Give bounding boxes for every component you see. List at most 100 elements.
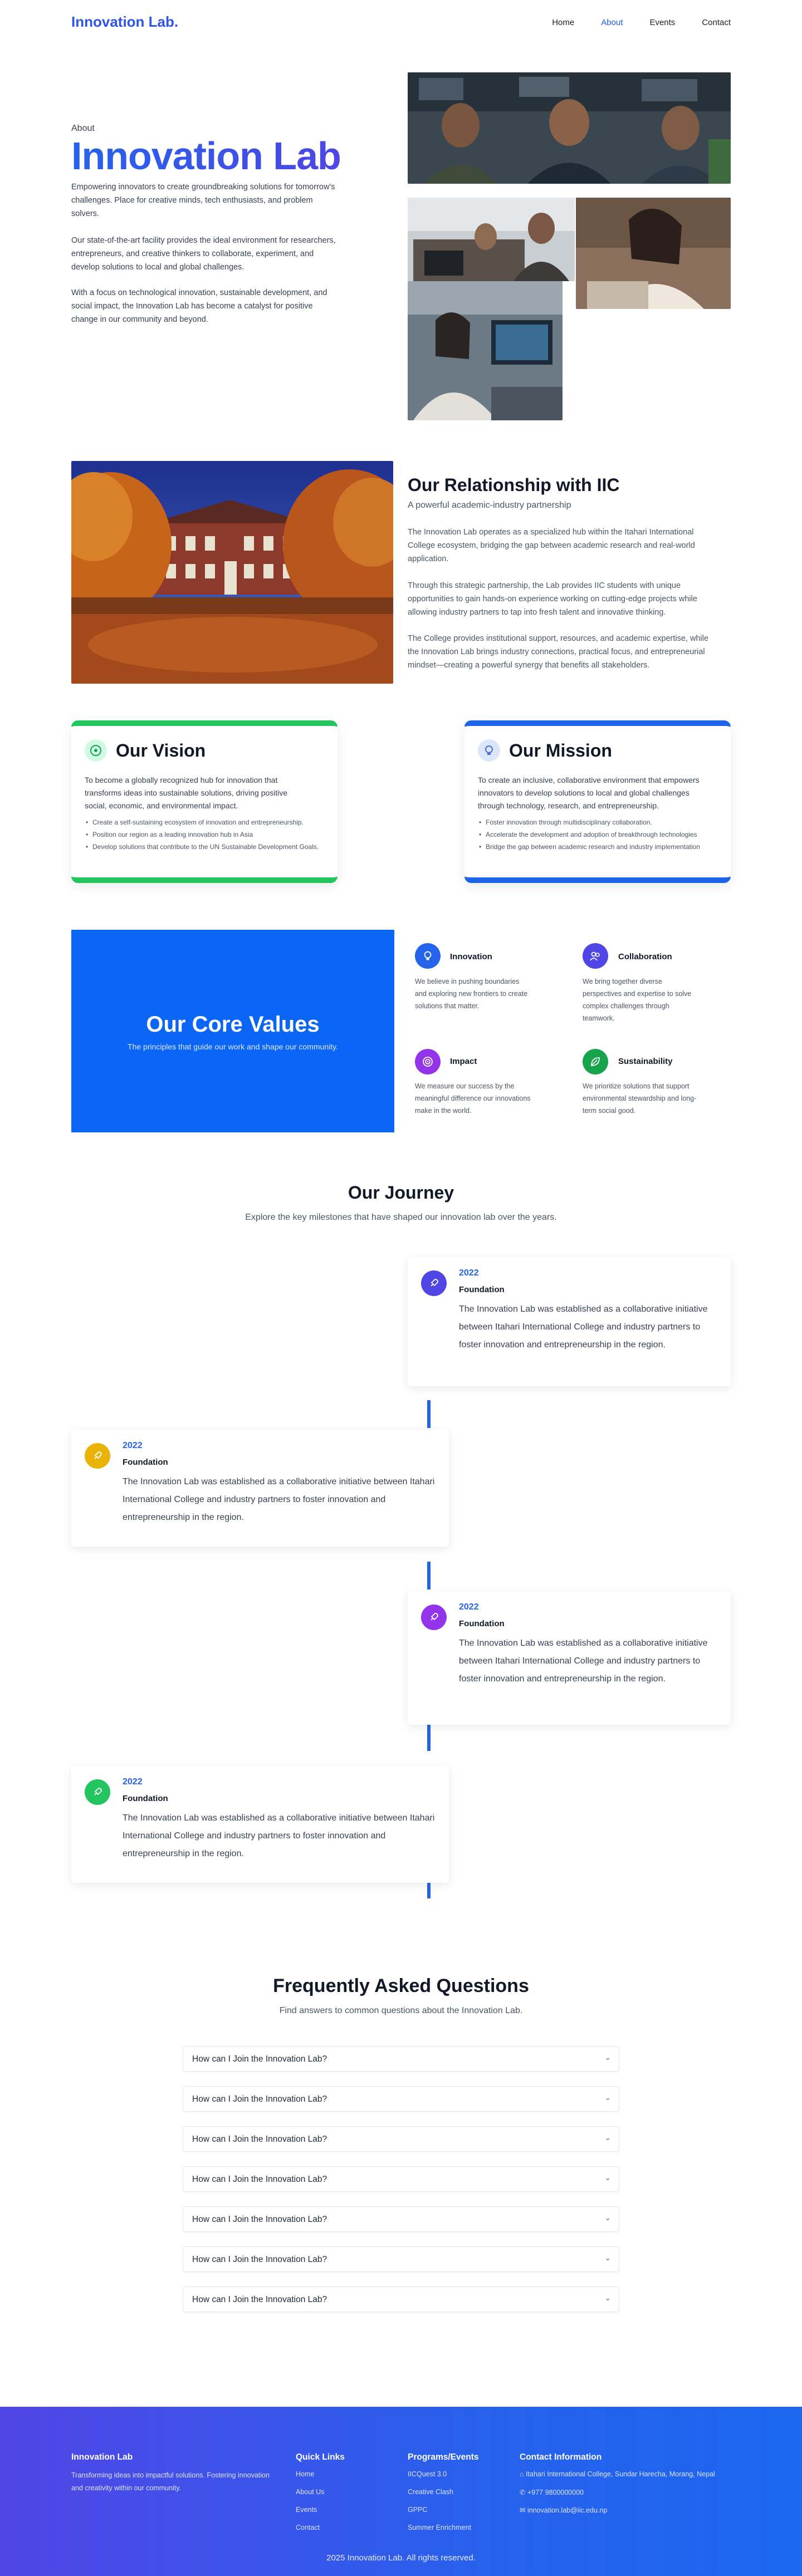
mission-card: Our Mission To create an inclusive, coll…: [464, 720, 731, 883]
address-text: Itahari International College, Sundar Ha…: [526, 2470, 715, 2478]
timeline-label: Foundation: [459, 1619, 505, 1628]
footer-brand: Innovation Lab: [71, 2452, 133, 2462]
timeline-text: The Innovation Lab was established as a …: [459, 1638, 708, 1684]
faq-question: How can I Join the Innovation Lab?: [192, 2255, 327, 2264]
mission-list: Foster innovation through multidisciplin…: [478, 816, 701, 853]
faq-item[interactable]: How can I Join the Innovation Lab? ⌄: [183, 2086, 619, 2112]
timeline-year: 2022: [459, 1268, 479, 1278]
faq-question: How can I Join the Innovation Lab?: [192, 2135, 327, 2144]
timeline-year: 2022: [123, 1777, 143, 1787]
footer-address: ⌂ Itahari International College, Sundar …: [520, 2470, 715, 2478]
brand-logo[interactable]: Innovation Lab.: [71, 13, 178, 31]
rocket-icon: [421, 1270, 447, 1296]
faq-subtitle: Find answers to common questions about t…: [279, 2006, 523, 2015]
faq-question: How can I Join the Innovation Lab?: [192, 2215, 327, 2224]
contact-title: Contact Information: [520, 2452, 602, 2462]
value-title: Collaboration: [618, 952, 672, 961]
footer-program-link[interactable]: Creative Clash: [408, 2488, 453, 2496]
relationship-title: Our Relationship with IIC: [408, 475, 620, 495]
list-item: Bridge the gap between academic research…: [478, 841, 701, 853]
phone-text[interactable]: +977 9800000000: [527, 2489, 584, 2496]
faq-question: How can I Join the Innovation Lab?: [192, 2094, 327, 2104]
hero-title: Innovation Lab: [71, 134, 341, 178]
mission-text: To create an inclusive, collaborative en…: [478, 776, 700, 810]
core-values-panel: Our Core Values The principles that guid…: [71, 930, 394, 1132]
faq-title: Frequently Asked Questions: [273, 1975, 529, 1996]
mission-title: Our Mission: [509, 740, 612, 760]
faq-item[interactable]: How can I Join the Innovation Lab? ⌄: [183, 2206, 619, 2232]
faq-question: How can I Join the Innovation Lab?: [192, 2295, 327, 2304]
footer-link-about[interactable]: About Us: [296, 2488, 324, 2496]
footer-email: ✉ innovation.lab@iic.edu.np: [520, 2506, 607, 2514]
faq-item[interactable]: How can I Join the Innovation Lab? ⌄: [183, 2046, 619, 2072]
footer-program-link[interactable]: GPPC: [408, 2506, 427, 2514]
vision-text: To become a globally recognized hub for …: [85, 776, 288, 810]
nav-link-events[interactable]: Events: [649, 18, 675, 27]
chevron-down-icon: ⌄: [604, 2293, 611, 2302]
timeline-item: 2022 Foundation The Innovation Lab was e…: [71, 1430, 449, 1547]
faq-item[interactable]: How can I Join the Innovation Lab? ⌄: [183, 2246, 619, 2272]
copyright: 2025 Innovation Lab. All rights reserved…: [326, 2553, 476, 2563]
chevron-down-icon: ⌄: [604, 2053, 611, 2062]
vision-title: Our Vision: [116, 740, 206, 760]
core-values-title: Our Core Values: [146, 1012, 320, 1037]
timeline-item: 2022 Foundation The Innovation Lab was e…: [408, 1591, 731, 1725]
footer-link-home[interactable]: Home: [296, 2470, 314, 2478]
timeline-year: 2022: [123, 1441, 143, 1450]
value-title: Impact: [450, 1057, 477, 1066]
nav-link-contact[interactable]: Contact: [702, 18, 731, 27]
timeline-year: 2022: [459, 1602, 479, 1612]
journey-subtitle: Explore the key milestones that have sha…: [245, 1213, 557, 1222]
timeline-text: The Innovation Lab was established as a …: [123, 1477, 435, 1522]
footer-phone: ✆ +977 9800000000: [520, 2488, 584, 2496]
footer: Innovation Lab Transforming ideas into i…: [0, 2407, 802, 2576]
timeline-label: Foundation: [123, 1794, 168, 1803]
list-item: Create a self-sustaining ecosystem of in…: [85, 816, 324, 828]
faq-question: How can I Join the Innovation Lab?: [192, 2054, 327, 2064]
chevron-down-icon: ⌄: [604, 2173, 611, 2182]
footer-program-link[interactable]: IICQuest 3.0: [408, 2470, 447, 2478]
computer-lab-photo-image: [408, 281, 563, 420]
leaf-icon: [583, 1049, 608, 1074]
timeline-line: [427, 1562, 431, 1589]
list-item: Foster innovation through multidisciplin…: [478, 816, 701, 828]
faq-item[interactable]: How can I Join the Innovation Lab? ⌄: [183, 2166, 619, 2192]
journey-title: Our Journey: [348, 1182, 454, 1203]
top-navbar: Innovation Lab. Home About Events Contac…: [0, 0, 802, 45]
lightbulb-icon: [478, 739, 500, 762]
relationship-paragraph: The Innovation Lab operates as a special…: [408, 528, 695, 563]
phone-icon: ✆: [520, 2489, 526, 2496]
value-title: Sustainability: [618, 1057, 673, 1066]
eye-icon: [85, 739, 107, 762]
list-item: Position our region as a leading innovat…: [85, 828, 324, 841]
map-pin-icon: ⌂: [520, 2470, 524, 2478]
footer-link-contact[interactable]: Contact: [296, 2524, 320, 2531]
users-icon: [583, 943, 608, 969]
timeline-text: The Innovation Lab was established as a …: [459, 1304, 708, 1350]
list-item: Develop solutions that contribute to the…: [85, 841, 324, 853]
faq-item[interactable]: How can I Join the Innovation Lab? ⌄: [183, 2126, 619, 2152]
email-text[interactable]: innovation.lab@iic.edu.np: [527, 2506, 607, 2514]
timeline-label: Foundation: [123, 1458, 168, 1467]
core-values-subtitle: The principles that guide our work and s…: [128, 1042, 338, 1051]
team-photo-image: [408, 72, 731, 184]
timeline-line: [427, 1400, 431, 1428]
nav-link-home[interactable]: Home: [552, 18, 574, 27]
timeline-label: Foundation: [459, 1285, 505, 1294]
programs-title: Programs/Events: [408, 2452, 479, 2462]
rocket-icon: [85, 1443, 110, 1469]
hero-eyebrow: About: [71, 124, 95, 133]
relationship-paragraph: The College provides institutional suppo…: [408, 634, 709, 670]
faq-item[interactable]: How can I Join the Innovation Lab? ⌄: [183, 2286, 619, 2312]
rocket-icon: [421, 1605, 447, 1630]
footer-program-link[interactable]: Summer Enrichment: [408, 2524, 471, 2531]
chevron-down-icon: ⌄: [604, 2133, 611, 2142]
chevron-down-icon: ⌄: [604, 2253, 611, 2262]
relationship-paragraph: Through this strategic partnership, the …: [408, 581, 697, 617]
footer-link-events[interactable]: Events: [296, 2506, 317, 2514]
relationship-subtitle: A powerful academic-industry partnership: [408, 501, 571, 510]
nav-links: Home About Events Contact: [552, 18, 731, 27]
mentoring-photo-image: [408, 198, 575, 281]
nav-link-about[interactable]: About: [601, 18, 623, 27]
chevron-down-icon: ⌄: [604, 2093, 611, 2102]
